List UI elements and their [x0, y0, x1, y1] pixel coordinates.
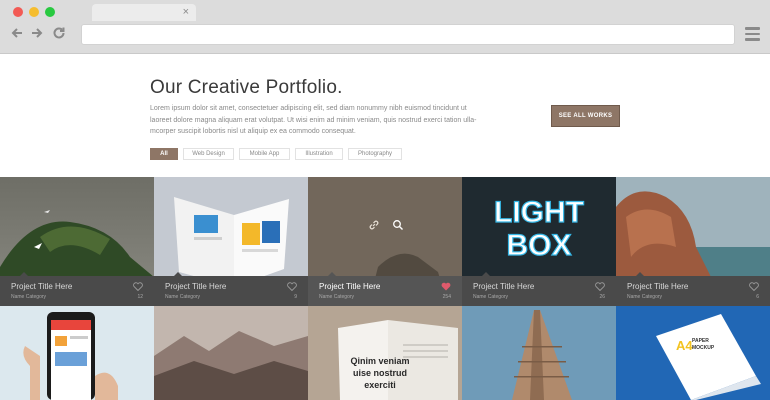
heart-icon[interactable]	[595, 282, 605, 291]
caption-pointer	[20, 272, 28, 276]
project-caption: Project Title Here Name Category 9	[154, 272, 308, 306]
project-category: Name Category	[165, 294, 201, 300]
filter-web-design[interactable]: Web Design	[183, 148, 234, 160]
minimize-window-button[interactable]	[29, 7, 39, 17]
address-bar[interactable]	[81, 24, 735, 45]
caption-pointer	[174, 272, 182, 276]
like-count: 12	[137, 294, 143, 300]
project-caption: Project Title Here Name Category 254	[308, 272, 462, 306]
portfolio-tile[interactable]	[462, 306, 616, 400]
back-arrow-icon[interactable]	[10, 26, 24, 42]
hamburger-menu-icon[interactable]	[745, 27, 760, 41]
project-category: Name Category	[473, 294, 509, 300]
intro-paragraph: Lorem ipsum dolor sit amet, consectetuer…	[150, 103, 477, 138]
tab-close-icon[interactable]: ×	[183, 5, 189, 19]
portfolio-tile[interactable]: Project Title Here Name Category 6	[616, 177, 770, 306]
browser-tab[interactable]: ×	[92, 4, 196, 21]
project-category: Name Category	[319, 294, 355, 300]
flatiron-building-photo	[462, 306, 616, 400]
filter-all[interactable]: All	[150, 148, 178, 160]
see-all-works-button[interactable]: SEE ALL WORKS	[551, 105, 620, 127]
phone-in-hand-photo	[0, 306, 154, 400]
paper-mockup-text: A4	[676, 338, 693, 353]
filter-photography[interactable]: Photography	[348, 148, 402, 160]
project-category: Name Category	[627, 294, 663, 300]
heart-icon[interactable]	[287, 282, 297, 291]
reload-icon[interactable]	[52, 26, 66, 42]
hover-actions	[368, 219, 404, 231]
portfolio-tile[interactable]: LIGHT BOX Project Title Here Name Catego…	[462, 177, 616, 306]
portfolio-tile[interactable]	[154, 306, 308, 400]
portfolio-tile[interactable]: Qinim veniam uise nostrud exerciti	[308, 306, 462, 400]
paper-mockup-text: PAPER	[692, 338, 709, 344]
like-count: 6	[756, 294, 759, 300]
browser-chrome: ×	[0, 0, 770, 54]
intro-line: Lorem ipsum dolor sit amet, consectetuer…	[150, 105, 467, 112]
portfolio-tile[interactable]	[0, 306, 154, 400]
open-book-photo: Qinim veniam uise nostrud exerciti	[308, 306, 462, 400]
project-caption: Project Title Here Name Category 6	[616, 272, 770, 306]
forward-arrow-icon[interactable]	[30, 26, 44, 42]
project-category: Name Category	[11, 294, 47, 300]
caption-pointer	[482, 272, 490, 276]
lightbox-text-line2: BOX	[506, 229, 571, 262]
page-content: Our Creative Portfolio. Lorem ipsum dolo…	[0, 55, 770, 400]
close-window-button[interactable]	[13, 7, 23, 17]
project-title[interactable]: Project Title Here	[11, 282, 72, 291]
book-text-line: exerciti	[364, 380, 396, 390]
heart-icon[interactable]	[441, 282, 451, 291]
caption-pointer	[328, 272, 336, 276]
filter-mobile-app[interactable]: Mobile App	[239, 148, 290, 160]
search-icon[interactable]	[392, 219, 404, 231]
project-title[interactable]: Project Title Here	[319, 282, 380, 291]
lightbox-text-line1: LIGHT	[494, 196, 584, 229]
page-title: Our Creative Portfolio.	[150, 77, 343, 98]
filter-illustration[interactable]: Illustration	[295, 148, 343, 160]
project-caption: Project Title Here Name Category 12	[0, 272, 154, 306]
mountain-range-photo	[154, 306, 308, 400]
like-count: 26	[599, 294, 605, 300]
caption-pointer	[636, 272, 644, 276]
project-title[interactable]: Project Title Here	[473, 282, 534, 291]
portfolio-tile[interactable]: Project Title Here Name Category 12	[0, 177, 154, 306]
filter-bar: All Web Design Mobile App Illustration P…	[150, 148, 407, 161]
portfolio-tile[interactable]: Project Title Here Name Category 9	[154, 177, 308, 306]
portfolio-tile[interactable]: A4 PAPER MOCKUP	[616, 306, 770, 400]
intro-line: laoreet dolore magna aliquam erat volutp…	[150, 116, 477, 124]
like-count: 254	[442, 294, 451, 300]
link-icon[interactable]	[368, 219, 380, 231]
portfolio-grid: Project Title Here Name Category 12 Proj…	[0, 177, 770, 400]
book-text-line: uise nostrud	[353, 368, 407, 378]
project-title[interactable]: Project Title Here	[627, 282, 688, 291]
project-caption: Project Title Here Name Category 26	[462, 272, 616, 306]
heart-icon[interactable]	[133, 282, 143, 291]
book-text-line: Qinim veniam	[350, 356, 409, 366]
like-count: 9	[294, 294, 297, 300]
paper-mockup-photo: A4 PAPER MOCKUP	[616, 306, 770, 400]
portfolio-tile-hovered[interactable]: Project Title Here Name Category 254	[308, 177, 462, 306]
paper-mockup-text: MOCKUP	[692, 345, 715, 351]
project-title[interactable]: Project Title Here	[165, 282, 226, 291]
maximize-window-button[interactable]	[45, 7, 55, 17]
intro-line: mcorper suscipit lobortis nisl ut aliqui…	[150, 128, 356, 135]
heart-icon[interactable]	[749, 282, 759, 291]
